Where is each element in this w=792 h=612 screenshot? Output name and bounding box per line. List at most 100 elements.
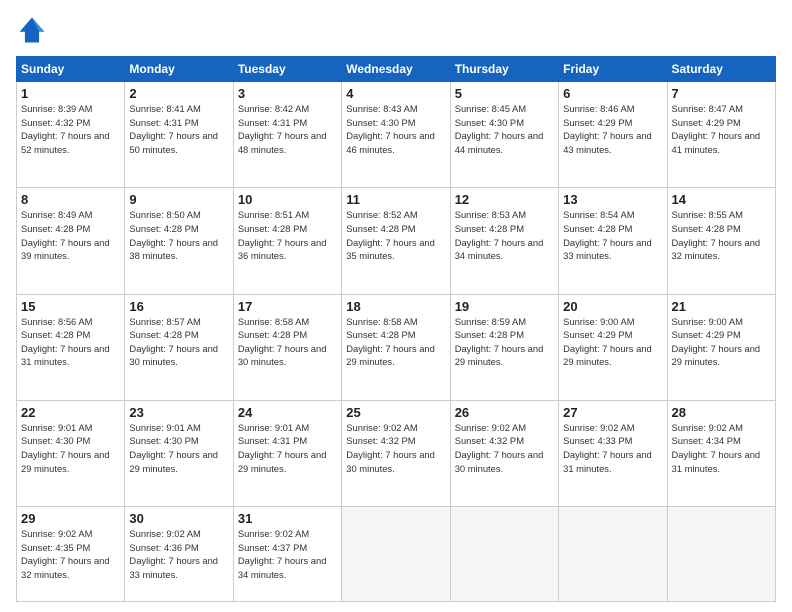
day-info: Sunrise: 9:02 AMSunset: 4:33 PMDaylight:… (563, 421, 662, 476)
calendar-cell: 2Sunrise: 8:41 AMSunset: 4:31 PMDaylight… (125, 82, 233, 188)
calendar-cell: 13Sunrise: 8:54 AMSunset: 4:28 PMDayligh… (559, 188, 667, 294)
day-info: Sunrise: 9:02 AMSunset: 4:36 PMDaylight:… (129, 527, 228, 582)
day-info: Sunrise: 9:02 AMSunset: 4:34 PMDaylight:… (672, 421, 771, 476)
calendar-cell: 30Sunrise: 9:02 AMSunset: 4:36 PMDayligh… (125, 507, 233, 602)
day-info: Sunrise: 8:56 AMSunset: 4:28 PMDaylight:… (21, 315, 120, 370)
day-number: 18 (346, 299, 445, 314)
day-info: Sunrise: 8:59 AMSunset: 4:28 PMDaylight:… (455, 315, 554, 370)
day-info: Sunrise: 8:57 AMSunset: 4:28 PMDaylight:… (129, 315, 228, 370)
calendar-cell: 9Sunrise: 8:50 AMSunset: 4:28 PMDaylight… (125, 188, 233, 294)
day-info: Sunrise: 9:01 AMSunset: 4:30 PMDaylight:… (129, 421, 228, 476)
day-number: 22 (21, 405, 120, 420)
day-number: 24 (238, 405, 337, 420)
calendar-cell: 8Sunrise: 8:49 AMSunset: 4:28 PMDaylight… (17, 188, 125, 294)
calendar-cell: 18Sunrise: 8:58 AMSunset: 4:28 PMDayligh… (342, 294, 450, 400)
day-number: 10 (238, 192, 337, 207)
day-info: Sunrise: 8:55 AMSunset: 4:28 PMDaylight:… (672, 208, 771, 263)
logo (16, 14, 52, 46)
day-number: 8 (21, 192, 120, 207)
day-number: 9 (129, 192, 228, 207)
day-info: Sunrise: 8:58 AMSunset: 4:28 PMDaylight:… (346, 315, 445, 370)
day-info: Sunrise: 8:43 AMSunset: 4:30 PMDaylight:… (346, 102, 445, 157)
calendar-cell: 27Sunrise: 9:02 AMSunset: 4:33 PMDayligh… (559, 400, 667, 506)
calendar-cell: 6Sunrise: 8:46 AMSunset: 4:29 PMDaylight… (559, 82, 667, 188)
calendar-header-row: SundayMondayTuesdayWednesdayThursdayFrid… (17, 57, 776, 82)
calendar-week-row: 8Sunrise: 8:49 AMSunset: 4:28 PMDaylight… (17, 188, 776, 294)
day-number: 2 (129, 86, 228, 101)
day-number: 3 (238, 86, 337, 101)
day-info: Sunrise: 8:51 AMSunset: 4:28 PMDaylight:… (238, 208, 337, 263)
calendar-table: SundayMondayTuesdayWednesdayThursdayFrid… (16, 56, 776, 602)
calendar-header-tuesday: Tuesday (233, 57, 341, 82)
day-info: Sunrise: 8:54 AMSunset: 4:28 PMDaylight:… (563, 208, 662, 263)
calendar-cell: 10Sunrise: 8:51 AMSunset: 4:28 PMDayligh… (233, 188, 341, 294)
day-number: 13 (563, 192, 662, 207)
calendar-cell: 20Sunrise: 9:00 AMSunset: 4:29 PMDayligh… (559, 294, 667, 400)
day-number: 16 (129, 299, 228, 314)
day-info: Sunrise: 8:41 AMSunset: 4:31 PMDaylight:… (129, 102, 228, 157)
day-number: 15 (21, 299, 120, 314)
calendar-cell: 25Sunrise: 9:02 AMSunset: 4:32 PMDayligh… (342, 400, 450, 506)
day-number: 27 (563, 405, 662, 420)
day-info: Sunrise: 8:52 AMSunset: 4:28 PMDaylight:… (346, 208, 445, 263)
calendar-cell: 16Sunrise: 8:57 AMSunset: 4:28 PMDayligh… (125, 294, 233, 400)
calendar-cell: 7Sunrise: 8:47 AMSunset: 4:29 PMDaylight… (667, 82, 775, 188)
day-number: 29 (21, 511, 120, 526)
calendar-cell: 24Sunrise: 9:01 AMSunset: 4:31 PMDayligh… (233, 400, 341, 506)
day-info: Sunrise: 9:01 AMSunset: 4:31 PMDaylight:… (238, 421, 337, 476)
day-number: 11 (346, 192, 445, 207)
day-info: Sunrise: 9:02 AMSunset: 4:37 PMDaylight:… (238, 527, 337, 582)
calendar-cell: 19Sunrise: 8:59 AMSunset: 4:28 PMDayligh… (450, 294, 558, 400)
calendar-cell (342, 507, 450, 602)
day-info: Sunrise: 9:02 AMSunset: 4:32 PMDaylight:… (455, 421, 554, 476)
day-number: 6 (563, 86, 662, 101)
day-number: 17 (238, 299, 337, 314)
calendar-cell: 17Sunrise: 8:58 AMSunset: 4:28 PMDayligh… (233, 294, 341, 400)
day-number: 14 (672, 192, 771, 207)
day-info: Sunrise: 9:02 AMSunset: 4:32 PMDaylight:… (346, 421, 445, 476)
day-info: Sunrise: 8:42 AMSunset: 4:31 PMDaylight:… (238, 102, 337, 157)
day-info: Sunrise: 8:45 AMSunset: 4:30 PMDaylight:… (455, 102, 554, 157)
calendar-cell: 31Sunrise: 9:02 AMSunset: 4:37 PMDayligh… (233, 507, 341, 602)
calendar-cell: 1Sunrise: 8:39 AMSunset: 4:32 PMDaylight… (17, 82, 125, 188)
calendar-header-sunday: Sunday (17, 57, 125, 82)
calendar-week-row: 1Sunrise: 8:39 AMSunset: 4:32 PMDaylight… (17, 82, 776, 188)
calendar-cell: 4Sunrise: 8:43 AMSunset: 4:30 PMDaylight… (342, 82, 450, 188)
page: SundayMondayTuesdayWednesdayThursdayFrid… (0, 0, 792, 612)
day-number: 19 (455, 299, 554, 314)
calendar-cell: 28Sunrise: 9:02 AMSunset: 4:34 PMDayligh… (667, 400, 775, 506)
day-number: 4 (346, 86, 445, 101)
header (16, 14, 776, 46)
calendar-header-monday: Monday (125, 57, 233, 82)
calendar-header-thursday: Thursday (450, 57, 558, 82)
day-info: Sunrise: 9:01 AMSunset: 4:30 PMDaylight:… (21, 421, 120, 476)
calendar-cell: 21Sunrise: 9:00 AMSunset: 4:29 PMDayligh… (667, 294, 775, 400)
day-info: Sunrise: 8:39 AMSunset: 4:32 PMDaylight:… (21, 102, 120, 157)
calendar-cell: 14Sunrise: 8:55 AMSunset: 4:28 PMDayligh… (667, 188, 775, 294)
day-number: 23 (129, 405, 228, 420)
calendar-cell: 29Sunrise: 9:02 AMSunset: 4:35 PMDayligh… (17, 507, 125, 602)
day-number: 7 (672, 86, 771, 101)
day-number: 25 (346, 405, 445, 420)
calendar-cell: 23Sunrise: 9:01 AMSunset: 4:30 PMDayligh… (125, 400, 233, 506)
day-info: Sunrise: 8:49 AMSunset: 4:28 PMDaylight:… (21, 208, 120, 263)
calendar-cell (450, 507, 558, 602)
day-info: Sunrise: 8:58 AMSunset: 4:28 PMDaylight:… (238, 315, 337, 370)
calendar-cell: 11Sunrise: 8:52 AMSunset: 4:28 PMDayligh… (342, 188, 450, 294)
calendar-week-row: 22Sunrise: 9:01 AMSunset: 4:30 PMDayligh… (17, 400, 776, 506)
calendar-week-row: 29Sunrise: 9:02 AMSunset: 4:35 PMDayligh… (17, 507, 776, 602)
calendar-cell (559, 507, 667, 602)
day-info: Sunrise: 9:00 AMSunset: 4:29 PMDaylight:… (563, 315, 662, 370)
day-number: 20 (563, 299, 662, 314)
calendar-header-saturday: Saturday (667, 57, 775, 82)
day-info: Sunrise: 8:46 AMSunset: 4:29 PMDaylight:… (563, 102, 662, 157)
logo-icon (16, 14, 48, 46)
day-info: Sunrise: 9:02 AMSunset: 4:35 PMDaylight:… (21, 527, 120, 582)
day-number: 12 (455, 192, 554, 207)
calendar-cell: 22Sunrise: 9:01 AMSunset: 4:30 PMDayligh… (17, 400, 125, 506)
day-number: 28 (672, 405, 771, 420)
calendar-cell (667, 507, 775, 602)
day-number: 31 (238, 511, 337, 526)
day-info: Sunrise: 9:00 AMSunset: 4:29 PMDaylight:… (672, 315, 771, 370)
calendar-cell: 26Sunrise: 9:02 AMSunset: 4:32 PMDayligh… (450, 400, 558, 506)
